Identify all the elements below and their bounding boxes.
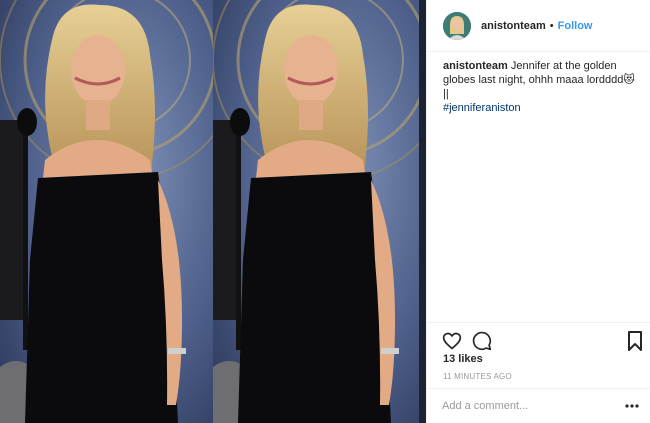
like-button[interactable] [442, 331, 462, 351]
action-bar [427, 322, 650, 356]
header-username-link[interactable]: anistonteam [481, 20, 546, 32]
follow-button[interactable]: Follow [558, 20, 593, 32]
post-photo[interactable] [0, 0, 426, 423]
caption-separator-line: || [443, 88, 449, 100]
likes-count[interactable]: 13 likes [443, 353, 483, 365]
comment-button[interactable] [472, 331, 492, 351]
post-caption: anistonteam Jennifer at the golden globe… [443, 59, 643, 115]
caption-username-link[interactable]: anistonteam [443, 60, 508, 72]
header-separator: • [549, 19, 554, 32]
post-timestamp[interactable]: 11 MINUTES AGO [443, 372, 512, 381]
avatar-image [443, 11, 471, 40]
bookmark-icon [628, 331, 642, 351]
photo-panel-left [0, 0, 213, 423]
photo-panel-right [213, 0, 426, 423]
post-sidebar: anistonteam • Follow anistonteam Jennife… [426, 0, 650, 423]
photo-right-image [213, 0, 426, 423]
add-comment-section [427, 388, 650, 423]
save-button[interactable] [627, 331, 647, 351]
instagram-post: anistonteam • Follow anistonteam Jennife… [0, 0, 650, 423]
comment-icon [472, 331, 492, 351]
post-header: anistonteam • Follow [427, 0, 650, 52]
more-options-button[interactable] [624, 399, 640, 413]
caption-hashtag-link[interactable]: #jenniferaniston [443, 101, 643, 115]
comment-input[interactable] [442, 397, 612, 415]
avatar[interactable] [443, 11, 471, 40]
more-options-icon [625, 404, 639, 408]
heart-icon [442, 332, 462, 350]
photo-left-image [0, 0, 213, 423]
